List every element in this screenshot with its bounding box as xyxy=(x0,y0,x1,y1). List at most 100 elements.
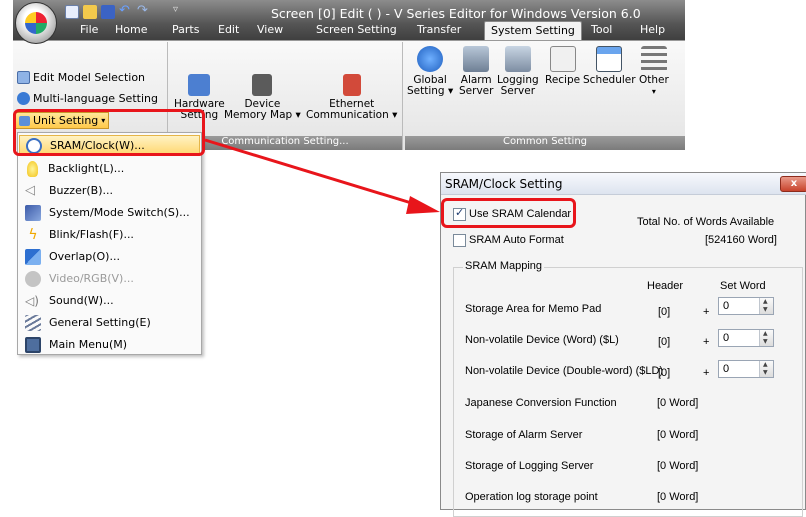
menu-item-blink-flash[interactable]: ϟ Blink/Flash(F)... xyxy=(19,224,200,245)
menu-item-video-rgb: Video/RGB(V)... xyxy=(19,268,200,289)
menu-item-main-menu[interactable]: Main Menu(M) xyxy=(19,334,200,355)
sound-icon: ◁) xyxy=(25,293,39,308)
nv-dword-plus: + xyxy=(703,367,710,379)
alarm-server-button[interactable]: Alarm Server xyxy=(459,46,493,97)
window-title: Screen [0] Edit ( ) - V Series Editor fo… xyxy=(271,6,641,21)
nv-dword-stepper[interactable]: 0 ▲ ▼ xyxy=(718,360,774,378)
highlight-use-sram-calendar xyxy=(441,198,576,228)
other-button[interactable]: Other ▾ xyxy=(639,46,669,97)
memo-pad-header: [0] xyxy=(658,306,671,318)
device-icon xyxy=(252,74,273,96)
bulb-icon xyxy=(27,160,38,177)
redo-icon[interactable]: ↷ xyxy=(137,4,151,19)
japanese-conversion-value: [0 Word] xyxy=(657,397,699,409)
overlap-icon xyxy=(25,248,41,265)
spin-down-icon[interactable]: ▼ xyxy=(763,306,768,314)
japanese-conversion-label: Japanese Conversion Function xyxy=(465,397,617,409)
alarm-label-2: Server xyxy=(459,85,494,97)
spin-up-icon[interactable]: ▲ xyxy=(763,330,768,338)
menu-item-sound[interactable]: ◁) Sound(W)... xyxy=(19,290,200,311)
sram-mapping-title: SRAM Mapping xyxy=(463,260,545,272)
undo-icon[interactable]: ↶ xyxy=(119,4,133,19)
spin-up-icon[interactable]: ▲ xyxy=(763,361,768,369)
new-file-icon[interactable] xyxy=(65,5,79,19)
tab-edit[interactable]: Edit xyxy=(218,23,239,36)
stepper-buttons[interactable]: ▲ ▼ xyxy=(759,298,773,314)
open-folder-icon[interactable] xyxy=(83,5,97,19)
tab-home[interactable]: Home xyxy=(115,23,147,36)
sram-auto-format-checkbox[interactable] xyxy=(453,234,466,247)
menu-item-label: Main Menu(M) xyxy=(49,338,128,351)
highlight-unit-setting xyxy=(13,109,205,156)
flash-icon: ϟ xyxy=(28,226,38,243)
recipe-button[interactable]: Recipe xyxy=(545,46,580,86)
tab-tool[interactable]: Tool xyxy=(591,23,612,36)
scheduler-button[interactable]: Scheduler xyxy=(583,46,636,86)
stepper-buttons[interactable]: ▲ ▼ xyxy=(759,361,773,377)
menu-item-label: System/Mode Switch(S)... xyxy=(49,206,190,219)
spin-down-icon[interactable]: ▼ xyxy=(763,369,768,377)
device-memory-map-button[interactable]: Device Memory Map ▾ xyxy=(224,74,301,121)
header-column-label: Header xyxy=(647,280,684,292)
close-icon[interactable]: x xyxy=(780,176,806,192)
nv-word-value: 0 xyxy=(723,332,730,344)
operation-log-label: Operation log storage point xyxy=(465,491,598,503)
memo-pad-value: 0 xyxy=(723,300,730,312)
save-icon[interactable] xyxy=(101,5,115,19)
operation-log-value: [0 Word] xyxy=(657,491,699,503)
menu-item-label: Buzzer(B)... xyxy=(49,184,113,197)
dialog-title: SRAM/Clock Setting xyxy=(445,177,563,191)
scheduler-label: Scheduler xyxy=(583,74,636,86)
speaker-icon: ◁ xyxy=(25,182,35,198)
common-group-label: Common Setting xyxy=(405,136,685,150)
calendar-icon xyxy=(596,46,623,72)
logging-server-icon xyxy=(504,46,531,72)
alarm-server-storage-label: Storage of Alarm Server xyxy=(465,429,583,441)
network-icon xyxy=(188,74,211,96)
nv-dword-header: [0] xyxy=(658,367,671,379)
dialog-title-bar: SRAM/Clock Setting x xyxy=(441,173,806,195)
spin-up-icon[interactable]: ▲ xyxy=(763,298,768,306)
switch-icon xyxy=(25,204,41,221)
menu-item-label: Overlap(O)... xyxy=(49,250,120,263)
tab-parts[interactable]: Parts xyxy=(172,23,199,36)
stepper-buttons[interactable]: ▲ ▼ xyxy=(759,330,773,346)
menu-item-overlap[interactable]: Overlap(O)... xyxy=(19,246,200,267)
menu-item-system-mode-switch[interactable]: System/Mode Switch(S)... xyxy=(19,202,200,223)
menu-item-label: General Setting(E) xyxy=(49,316,151,329)
nv-word-stepper[interactable]: 0 ▲ ▼ xyxy=(718,329,774,347)
recipe-label: Recipe xyxy=(545,74,581,86)
logging-server-button[interactable]: Logging Server xyxy=(497,46,539,97)
memo-pad-plus: + xyxy=(703,306,710,318)
qat-customize-icon[interactable]: ▿ xyxy=(173,4,178,15)
total-words-value: [524160 Word] xyxy=(705,234,777,246)
main-menu-icon xyxy=(25,336,41,353)
globe-icon xyxy=(417,46,444,72)
tab-file[interactable]: File xyxy=(80,23,98,36)
menu-item-buzzer[interactable]: ◁ Buzzer(B)... xyxy=(19,180,200,201)
tab-help[interactable]: Help xyxy=(640,23,665,36)
tab-screen-setting[interactable]: Screen Setting xyxy=(316,23,397,36)
other-label: Other xyxy=(639,74,669,86)
total-words-label: Total No. of Words Available xyxy=(637,216,775,228)
global-setting-button[interactable]: Global Setting ▾ xyxy=(407,46,453,97)
nv-word-label: Non-volatile Device (Word) ($L) xyxy=(465,334,619,346)
menu-bar: File Home Parts Edit View Screen Setting… xyxy=(13,21,685,40)
spin-down-icon[interactable]: ▼ xyxy=(763,338,768,346)
menu-item-label: Blink/Flash(F)... xyxy=(49,228,134,241)
video-icon xyxy=(25,270,41,287)
alarm-server-icon xyxy=(463,46,490,72)
menu-item-backlight[interactable]: Backlight(L)... xyxy=(19,158,200,179)
ethernet-label-2: Communication ▾ xyxy=(306,109,398,121)
menu-item-label: Video/RGB(V)... xyxy=(49,272,134,285)
ethernet-communication-button[interactable]: Ethernet Communication ▾ xyxy=(306,74,397,121)
menu-item-general-setting[interactable]: General Setting(E) xyxy=(19,312,200,333)
tab-system-setting[interactable]: System Setting xyxy=(484,21,582,40)
tab-view[interactable]: View xyxy=(257,23,283,36)
memo-pad-stepper[interactable]: 0 ▲ ▼ xyxy=(718,297,774,315)
tab-transfer[interactable]: Transfer xyxy=(417,23,461,36)
app-orb-button[interactable] xyxy=(15,2,57,44)
logging-server-storage-label: Storage of Logging Server xyxy=(465,460,594,472)
sram-auto-format-label: SRAM Auto Format xyxy=(469,234,564,246)
app-logo-icon xyxy=(25,12,47,34)
